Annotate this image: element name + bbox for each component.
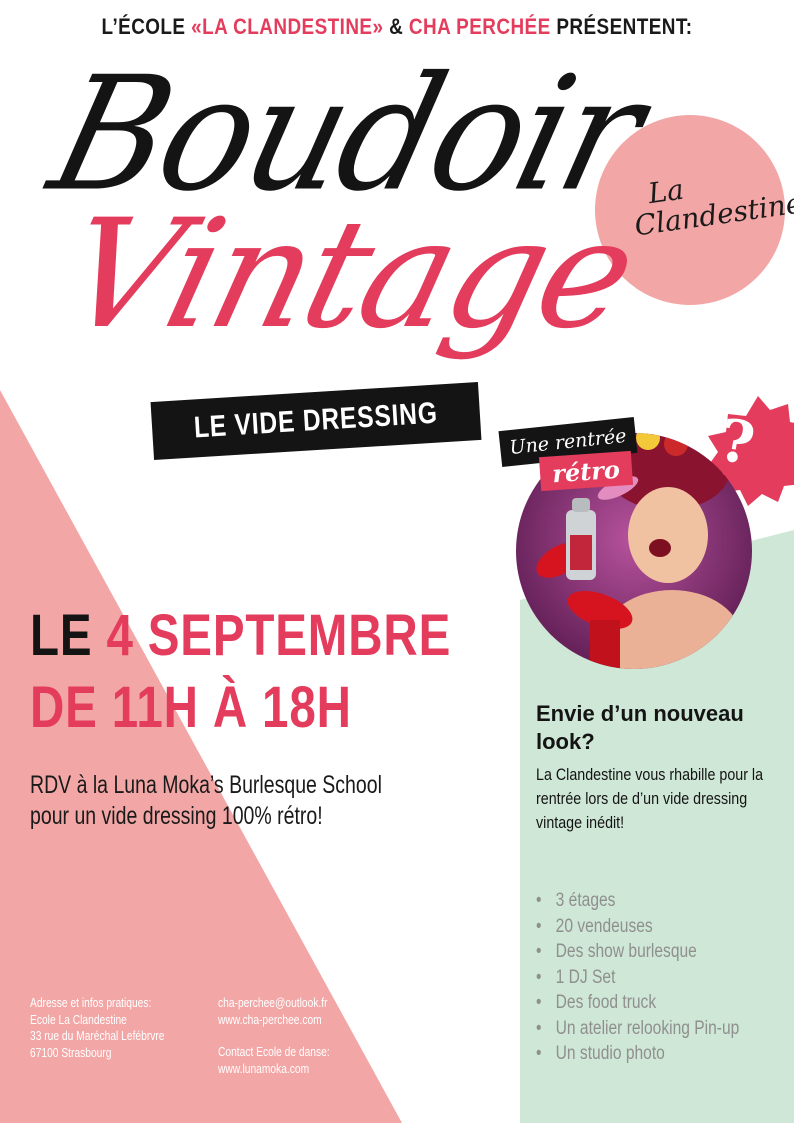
date-value: 4 SEPTEMBRE [106, 603, 452, 668]
dance-site[interactable]: www.lunamoka.com [218, 1061, 330, 1078]
side-heading: Envie d’un nouveau look? [536, 700, 786, 756]
feature-text: Un studio photo [555, 1043, 665, 1064]
header-amp: & [383, 14, 409, 39]
dance-label: Contact Ecole de danse: [218, 1045, 330, 1059]
title-vintage: Vintage [48, 188, 649, 362]
contact-email[interactable]: cha-perchee@outlook.fr [218, 995, 330, 1012]
list-item: • Un studio photo [536, 1043, 665, 1064]
address-label: Adresse et infos pratiques: [30, 996, 152, 1010]
header-school: «LA CLANDESTINE» [191, 14, 384, 39]
feature-text: Un atelier relooking Pin-up [555, 1017, 740, 1039]
list-item: • Des food truck [536, 992, 657, 1013]
rdv-line1: RDV à la Luna Moka’s Burlesque School [30, 771, 382, 799]
list-item: • 20 vendeuses [536, 915, 653, 937]
contact-website[interactable]: www.cha-perchee.com [218, 1012, 330, 1029]
rdv-text: RDV à la Luna Moka’s Burlesque School po… [30, 770, 382, 832]
feature-text: 1 DJ Set [555, 966, 616, 988]
list-item: • 3 étages [536, 890, 616, 911]
list-item: • Des show burlesque [536, 941, 697, 962]
presenters-header: L’ÉCOLE «LA CLANDESTINE» & CHA PERCHÉE P… [56, 14, 739, 40]
banner-text: LE VIDE DRESSING [193, 396, 439, 445]
feature-text: Des food truck [555, 992, 657, 1013]
list-item: • 1 DJ Set [536, 966, 616, 988]
event-hours: DE 11H À 18H [30, 675, 352, 740]
date-le: LE [30, 603, 107, 668]
side-heading-line1: Envie d’un nouveau [536, 701, 744, 726]
side-heading-line2: look? [536, 729, 595, 754]
contact-block: cha-perchee@outlook.fr www.cha-perchee.c… [218, 995, 330, 1077]
list-item: • Un atelier relooking Pin-up [536, 1017, 740, 1039]
address-line1: Ecole La Clandestine [30, 1012, 127, 1027]
address-line3: 67100 Strasbourg [30, 1045, 112, 1060]
event-date: LE 4 SEPTEMBRE [30, 606, 451, 666]
features-list: • 3 étages • 20 vendeuses • Des show burles… [536, 888, 739, 1067]
tagline-retro: rétro [538, 450, 634, 492]
side-body: La Clandestine vous rhabille pour la ren… [536, 765, 764, 832]
rdv-line2: pour un vide dressing 100% rétro! [30, 802, 323, 830]
header-suffix: PRÉSENTENT: [550, 14, 693, 39]
header-prefix: L’ÉCOLE [101, 14, 192, 39]
feature-text: 3 étages [555, 890, 616, 911]
address-line2: 33 rue du Maréchal Lefébrvre [30, 1029, 165, 1043]
feature-text: 20 vendeuses [555, 915, 653, 937]
feature-text: Des show burlesque [555, 941, 697, 962]
header-org: CHA PERCHÉE [408, 14, 551, 39]
address-block: Adresse et infos pratiques: Ecole La Cla… [30, 995, 164, 1061]
